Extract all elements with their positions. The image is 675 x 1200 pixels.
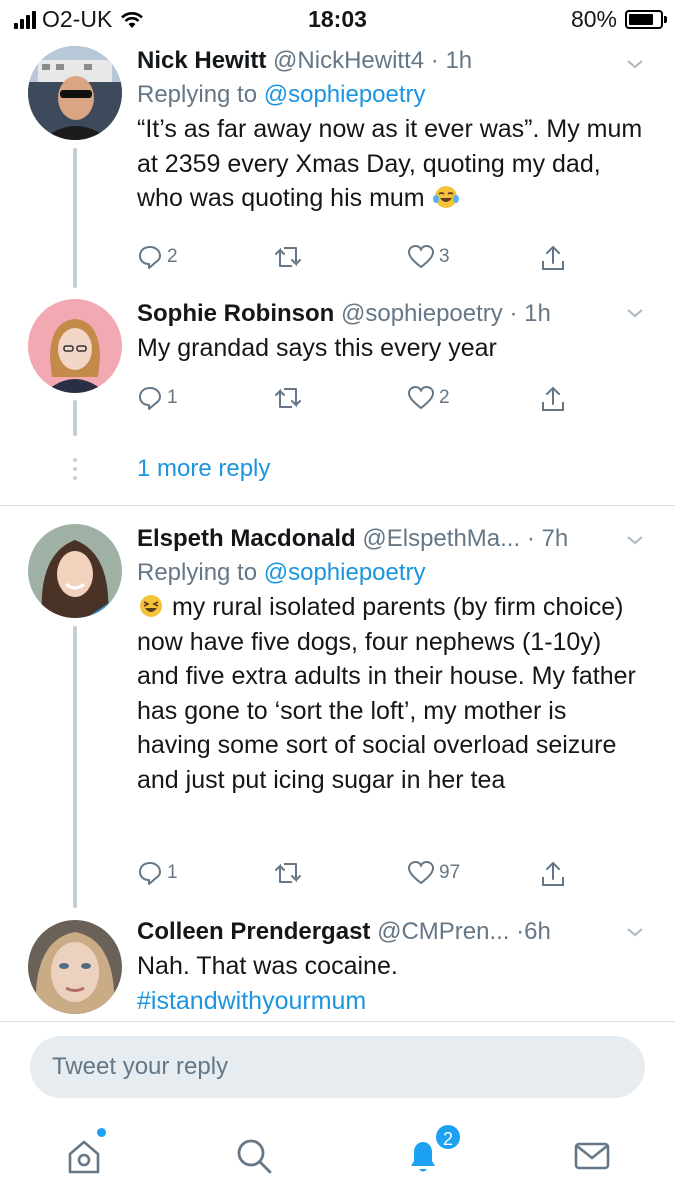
display-name[interactable]: Sophie Robinson xyxy=(137,300,334,327)
avatar[interactable] xyxy=(28,524,122,618)
thread-line xyxy=(73,400,77,436)
notification-badge: 2 xyxy=(434,1123,462,1151)
reply-icon xyxy=(139,246,161,269)
tweet-actions: 1 2 xyxy=(137,385,587,419)
share-button[interactable] xyxy=(539,244,567,272)
reply-count: 1 xyxy=(167,862,178,883)
reply-button[interactable]: 1 xyxy=(137,860,178,886)
user-handle[interactable]: @CMPren... xyxy=(377,918,509,945)
share-button[interactable] xyxy=(539,385,567,413)
retweet-icon xyxy=(275,863,301,883)
share-icon xyxy=(542,861,564,886)
timestamp: · 7h xyxy=(526,525,569,552)
user-handle[interactable]: @ElspethMa... xyxy=(362,525,520,552)
chevron-down-icon[interactable] xyxy=(623,52,647,76)
reply-count: 1 xyxy=(167,387,178,408)
chevron-down-icon[interactable] xyxy=(623,301,647,325)
home-icon[interactable] xyxy=(64,1136,104,1176)
thread-dots xyxy=(73,458,77,485)
heart-icon xyxy=(407,860,435,885)
timestamp: ·6h xyxy=(516,918,551,945)
heart-icon xyxy=(407,244,435,269)
display-name[interactable]: Elspeth Macdonald xyxy=(137,525,356,552)
timestamp: · 1h xyxy=(509,300,551,327)
tweet-actions: 1 97 xyxy=(137,860,587,894)
retweet-icon xyxy=(275,388,301,408)
share-icon xyxy=(542,386,564,411)
thread-line xyxy=(73,148,77,288)
reply-icon xyxy=(139,387,161,410)
like-button[interactable]: 3 xyxy=(407,244,450,270)
like-button[interactable]: 2 xyxy=(407,385,450,411)
reply-button[interactable]: 2 xyxy=(137,244,178,270)
reply-button[interactable]: 1 xyxy=(137,385,178,411)
like-button[interactable]: 97 xyxy=(407,860,460,886)
like-count: 3 xyxy=(439,246,450,267)
replying-to-link[interactable]: @sophiepoetry xyxy=(264,559,426,586)
tweet-text: my rural isolated parents (by firm choic… xyxy=(137,593,636,794)
avatar[interactable] xyxy=(28,46,122,140)
new-content-dot xyxy=(97,1128,106,1137)
retweet-button[interactable] xyxy=(272,860,304,886)
reply-input[interactable]: Tweet your reply xyxy=(30,1036,645,1098)
retweet-button[interactable] xyxy=(272,244,304,270)
divider xyxy=(0,505,675,506)
thread-line xyxy=(73,626,77,908)
laughing-emoji xyxy=(140,595,162,617)
retweet-button[interactable] xyxy=(272,385,304,411)
timestamp: · 1h xyxy=(430,47,473,74)
share-icon xyxy=(542,245,564,270)
battery-icon xyxy=(625,10,667,29)
bottom-nav xyxy=(0,1108,675,1200)
retweet-icon xyxy=(275,247,301,267)
heart-icon xyxy=(407,385,435,410)
tweet-text: “It’s as far away now as it ever was”. M… xyxy=(137,115,643,212)
user-handle[interactable]: @sophiepoetry xyxy=(341,300,503,327)
avatar[interactable] xyxy=(28,299,122,393)
avatar[interactable] xyxy=(28,920,122,1014)
chevron-down-icon[interactable] xyxy=(623,920,647,944)
hashtag-link[interactable]: #istandwithyourmum xyxy=(137,987,366,1015)
reply-icon xyxy=(139,862,161,885)
user-handle[interactable]: @NickHewitt4 xyxy=(273,47,424,74)
status-bar: O2-UK 18:03 80% xyxy=(0,0,675,40)
chevron-down-icon[interactable] xyxy=(623,528,647,552)
display-name[interactable]: Colleen Prendergast xyxy=(137,918,370,945)
like-count: 2 xyxy=(439,387,450,408)
messages-icon[interactable] xyxy=(572,1136,612,1176)
reply-count: 2 xyxy=(167,246,178,267)
tweet-text: Nah. That was cocaine. xyxy=(137,952,398,980)
search-icon[interactable] xyxy=(234,1136,274,1176)
tweet-text: My grandad says this every year xyxy=(137,334,497,362)
battery-percent: 80% xyxy=(570,6,617,32)
tears-of-joy-emoji xyxy=(432,186,459,208)
like-count: 97 xyxy=(439,862,461,883)
share-button[interactable] xyxy=(539,860,567,888)
replying-to: Replying to @sophiepoetry xyxy=(137,559,426,586)
divider xyxy=(0,1021,675,1022)
tweet-actions: 2 3 xyxy=(137,244,587,278)
replying-to-link[interactable]: @sophiepoetry xyxy=(264,81,426,108)
replying-to: Replying to @sophiepoetry xyxy=(137,81,426,108)
more-replies-link[interactable]: 1 more reply xyxy=(137,455,270,483)
display-name[interactable]: Nick Hewitt xyxy=(137,47,266,74)
